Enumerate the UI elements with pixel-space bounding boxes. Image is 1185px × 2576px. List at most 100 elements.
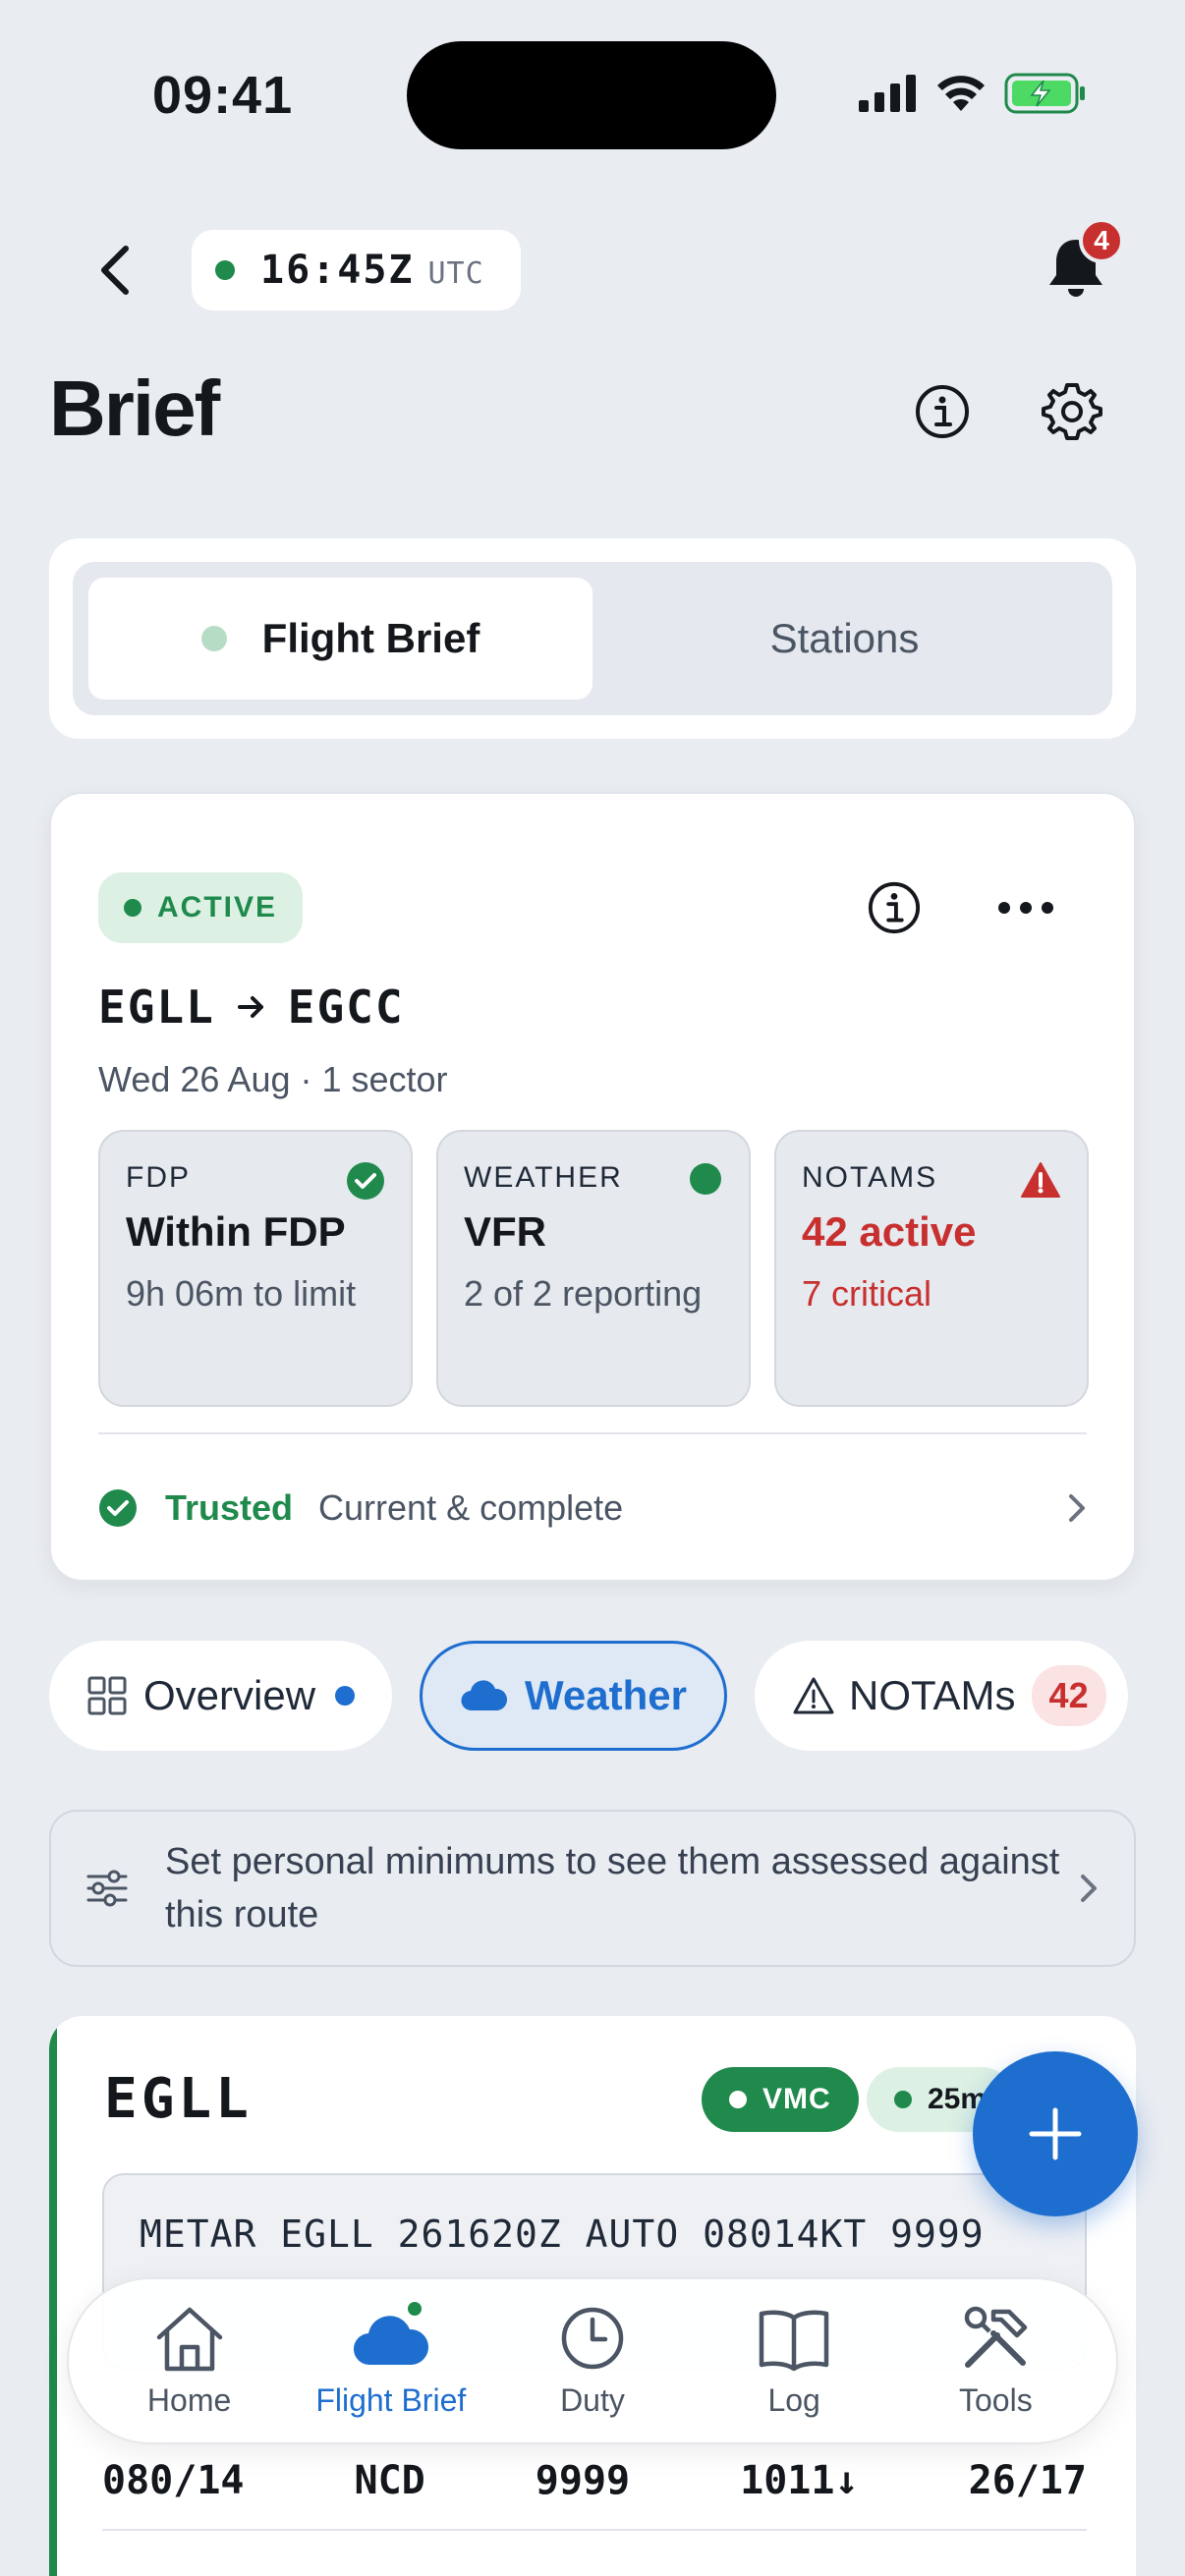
more-options-button[interactable] — [985, 876, 1067, 939]
tile-value: Within FDP — [126, 1208, 346, 1255]
status-dot — [729, 2091, 747, 2108]
sliders-icon — [86, 1870, 128, 1907]
home-icon — [156, 2307, 222, 2371]
visibility-value: 9999 — [535, 2458, 631, 2503]
cloud-icon — [461, 1680, 508, 1711]
section-chips: Overview Weather NOTAMs 42 — [49, 1641, 1128, 1751]
clock-icon — [561, 2307, 624, 2369]
info-icon — [916, 385, 969, 438]
unread-dot — [335, 1686, 356, 1706]
divider — [102, 2529, 1087, 2531]
check-circle-icon — [347, 1162, 384, 1200]
tab-home[interactable]: Home — [96, 2304, 283, 2419]
signal-icon — [859, 75, 916, 112]
segment-stations[interactable]: Stations — [592, 578, 1097, 700]
dynamic-island — [407, 41, 776, 149]
personal-minimums-prompt[interactable]: Set personal minimums to see them assess… — [49, 1810, 1136, 1967]
grid-icon — [87, 1676, 127, 1715]
segment-label: Flight Brief — [261, 615, 480, 661]
battery-icon — [1004, 73, 1085, 114]
tile-detail: 9h 06m to limit — [126, 1273, 357, 1314]
status-badge: ACTIVE — [98, 872, 304, 943]
book-icon — [759, 2310, 829, 2371]
tile-detail: 2 of 2 reporting — [464, 1273, 703, 1314]
fdp-tile[interactable]: FDP Within FDP 9h 06m to limit — [98, 1130, 413, 1407]
tile-detail: 7 critical — [802, 1273, 932, 1314]
pressure-value: 1011↓ — [740, 2458, 859, 2503]
route-subtitle: Wed 26 Aug · 1 sector — [98, 1059, 448, 1099]
chevron-right-icon — [1069, 1494, 1085, 1522]
green-dot-icon — [690, 1163, 721, 1195]
info-icon — [868, 881, 921, 934]
status-accent-bar — [49, 2016, 57, 2576]
weather-tile[interactable]: WEATHER VFR 2 of 2 reporting — [436, 1130, 751, 1407]
tab-label: Home — [146, 2381, 232, 2418]
tab-flight-brief[interactable]: Flight Brief — [298, 2297, 484, 2419]
notams-count-badge: 42 — [1031, 1665, 1106, 1726]
chevron-right-icon — [1081, 1875, 1097, 1902]
warning-outline-icon — [793, 1677, 834, 1714]
chevron-left-icon — [101, 246, 129, 295]
decoded-weather-row: 080/14 NCD 9999 1011↓ 26/17 — [102, 2458, 1087, 2503]
notification-badge: 4 — [1079, 218, 1124, 263]
segmented-control: Flight Brief Stations — [73, 562, 1112, 715]
chip-label: Overview — [143, 1672, 316, 1718]
trust-status-row[interactable]: Trusted Current & complete — [98, 1487, 1087, 1529]
status-bar: 09:41 — [0, 0, 1185, 187]
destination-code: EGCC — [287, 980, 405, 1034]
tile-value: VFR — [464, 1208, 546, 1255]
tab-label: Duty — [560, 2381, 625, 2418]
status-dot — [124, 899, 141, 917]
trust-detail: Current & complete — [318, 1487, 624, 1528]
trust-label: Trusted — [165, 1487, 294, 1528]
tab-duty[interactable]: Duty — [499, 2304, 686, 2419]
check-circle-icon — [99, 1489, 137, 1527]
brief-mode-switch: Flight Brief Stations — [49, 538, 1136, 739]
warning-icon — [1021, 1162, 1060, 1198]
wind-value: 080/14 — [102, 2458, 245, 2503]
chip-overview[interactable]: Overview — [49, 1641, 393, 1751]
chip-label: Weather — [525, 1672, 687, 1718]
segment-flight-brief[interactable]: Flight Brief — [88, 578, 592, 700]
tab-label: Log — [767, 2381, 820, 2418]
arrow-right-icon — [237, 996, 263, 1018]
more-icon — [998, 902, 1053, 914]
brief-summary-card: ACTIVE EGLL EGCC Wed 26 Aug · 1 sector F… — [49, 792, 1136, 1582]
temp-dew-value: 26/17 — [968, 2458, 1087, 2503]
divider — [98, 1432, 1087, 1434]
info-button[interactable] — [910, 379, 975, 444]
status-dot — [200, 626, 227, 651]
brief-info-button[interactable] — [863, 876, 926, 939]
cloud-value: NCD — [354, 2458, 425, 2503]
tools-icon — [965, 2306, 1028, 2368]
wifi-icon — [937, 76, 985, 111]
chip-weather[interactable]: Weather — [420, 1641, 727, 1751]
status-time: 09:41 — [152, 66, 294, 125]
tab-log[interactable]: Log — [701, 2304, 887, 2419]
settings-button[interactable] — [1040, 379, 1104, 444]
back-button[interactable] — [81, 234, 149, 307]
live-dot — [215, 260, 235, 280]
tab-label: Tools — [958, 2381, 1033, 2418]
plus-icon — [1029, 2107, 1082, 2160]
station-id: EGLL — [104, 2067, 253, 2131]
utc-label: UTC — [427, 255, 484, 291]
status-icons — [859, 73, 1087, 114]
route: EGLL EGCC — [98, 980, 405, 1034]
origin-code: EGLL — [98, 980, 215, 1034]
gear-icon — [1042, 383, 1102, 440]
segment-label: Stations — [769, 615, 920, 661]
vmc-badge: VMC — [702, 2067, 859, 2132]
chip-notams[interactable]: NOTAMs 42 — [755, 1641, 1128, 1751]
utc-time: 16:45Z — [260, 248, 415, 293]
tab-tools[interactable]: Tools — [902, 2304, 1089, 2419]
status-dot — [894, 2091, 912, 2108]
chip-label: NOTAMs — [849, 1672, 1016, 1718]
tab-label: Flight Brief — [315, 2381, 467, 2418]
utc-clock: 16:45Z UTC — [192, 230, 521, 310]
add-button[interactable] — [973, 2051, 1138, 2216]
live-indicator — [403, 2297, 425, 2320]
tab-bar: Home Flight Brief Duty Log Tools — [67, 2277, 1118, 2444]
notams-tile[interactable]: NOTAMS 42 active 7 critical — [774, 1130, 1089, 1407]
tile-value: 42 active — [802, 1208, 977, 1255]
